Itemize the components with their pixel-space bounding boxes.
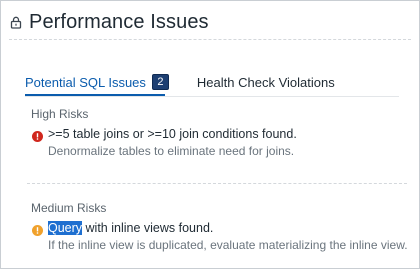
header-divider [9, 39, 411, 40]
issue-title: >=5 table joins or >=10 join conditions … [48, 127, 297, 141]
panel-header: Performance Issues [10, 9, 409, 35]
tab-bar: Potential SQL Issues 2 Health Check Viol… [25, 71, 399, 93]
tab-health-check-violations[interactable]: Health Check Violations [197, 71, 335, 93]
tabs-divider [25, 96, 399, 97]
high-risks-heading: High Risks [31, 107, 89, 121]
medium-risks-heading: Medium Risks [31, 201, 107, 215]
issue-description: Denormalize tables to eliminate need for… [48, 144, 295, 158]
issue-title: Query with inline views found. [48, 221, 213, 235]
selected-text[interactable]: Query [48, 221, 83, 235]
section-divider [27, 183, 407, 184]
lock-icon [10, 16, 22, 29]
medium-risk-issue: Query with inline views found. If the in… [32, 221, 408, 255]
tab-label: Potential SQL Issues [25, 74, 146, 90]
issue-description: If the inline view is duplicated, evalua… [48, 238, 408, 252]
page-title: Performance Issues [29, 10, 209, 33]
performance-issues-panel: Performance Issues Potential SQL Issues … [0, 0, 420, 269]
count-badge: 2 [151, 74, 169, 90]
tab-potential-sql-issues[interactable]: Potential SQL Issues 2 [25, 71, 169, 93]
tab-label: Health Check Violations [196, 74, 335, 90]
high-risk-issue: >=5 table joins or >=10 join conditions … [32, 127, 405, 161]
error-icon [32, 129, 43, 142]
warning-icon [32, 223, 43, 236]
issue-title-rest: with inline views found. [82, 221, 214, 235]
